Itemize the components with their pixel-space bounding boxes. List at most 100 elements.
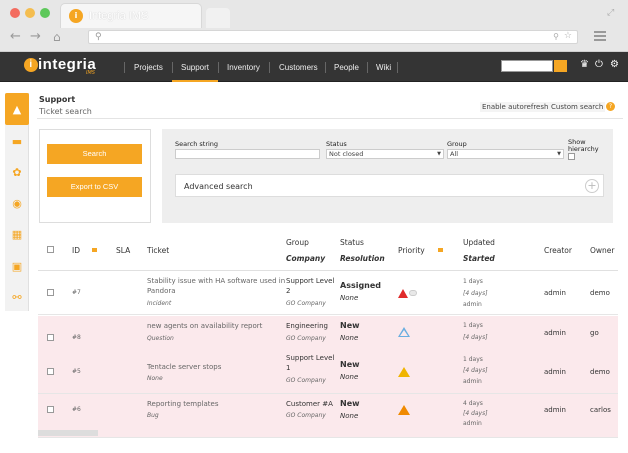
side-item-support[interactable]: ▲ [5,93,29,125]
maximize-window-icon[interactable] [40,8,50,18]
col-id[interactable]: ID [72,246,80,255]
sort-icon[interactable] [438,248,443,252]
ticket-creator: admin [544,406,566,414]
minimize-window-icon[interactable] [25,8,35,18]
col-group[interactable]: Group [286,238,309,247]
col-owner[interactable]: Owner [590,246,615,255]
ticket-title-cont[interactable]: Pandora [147,286,176,296]
people-icon[interactable]: ♛ [580,59,589,70]
col-status[interactable]: Status [340,238,364,247]
side-item-calendar[interactable]: ▦ [5,218,29,250]
ticket-id[interactable]: #6 [72,405,81,415]
sort-icon[interactable] [92,248,97,252]
group-select[interactable]: All ▼ [447,149,564,159]
global-search-input[interactable] [501,60,553,72]
col-started[interactable]: Started [463,254,495,263]
browser-chrome: i Integria IMS ← → ⌂ ⚲ ⚲ ☆ ⤢ [0,0,628,52]
ticket-type: Question [147,335,174,342]
fullscreen-icon[interactable]: ⤢ [607,8,614,18]
caret-down-icon: ▼ [437,151,441,157]
custom-search-button[interactable]: Custom search [549,102,606,112]
export-csv-button[interactable]: Export to CSV [47,177,142,197]
nav-support[interactable]: Support [181,63,209,72]
nav-inventory[interactable]: Inventory [227,63,260,72]
new-tab-button[interactable] [206,8,230,28]
show-hierarchy-checkbox[interactable] [568,153,575,160]
table-row[interactable]: #5 Tentacle server stops None Support Le… [38,350,618,394]
ticket-updated: 1 days [463,356,483,363]
ticket-title[interactable]: new agents on availability report [147,321,262,331]
tab-favicon-icon: i [69,9,83,23]
plus-icon[interactable]: + [585,179,599,193]
ticket-group: Support Level [286,354,335,362]
col-creator[interactable]: Creator [544,246,572,255]
priority-high-icon [398,289,408,298]
nav-projects[interactable]: Projects [134,63,163,72]
side-item-sla[interactable]: ✿ [5,156,29,188]
row-checkbox[interactable] [47,368,54,375]
search-icon: ⚲ [553,32,559,41]
col-ticket[interactable]: Ticket [147,246,169,255]
side-item-links[interactable]: ⚯ [5,281,29,313]
ribbon-icon: ✿ [12,165,22,179]
ticket-status: New [340,321,360,330]
col-priority[interactable]: Priority [398,246,425,255]
nav-customers[interactable]: Customers [279,63,318,72]
logo-mark-icon: i [24,58,38,72]
browser-tab[interactable]: i Integria IMS [60,3,202,28]
ticket-creator: admin [544,368,566,376]
ticket-id[interactable]: #5 [72,367,81,377]
priority-low-icon-inner [400,330,408,336]
ticket-id[interactable]: #7 [72,288,81,298]
search-button[interactable]: Search [47,144,142,164]
close-window-icon[interactable] [10,8,20,18]
ticket-icon: ▬ [11,134,23,148]
home-icon[interactable]: ⌂ [53,30,61,44]
breadcrumb[interactable]: Support [39,95,75,104]
table-row[interactable]: #7 Stability issue with HA software used… [38,271,618,315]
browser-menu-icon[interactable] [594,31,606,43]
group-label: Group [447,140,467,148]
power-icon[interactable]: ⏻ [595,59,603,70]
col-company[interactable]: Company [286,254,325,263]
row-checkbox[interactable] [47,406,54,413]
row-checkbox[interactable] [47,334,54,341]
ticket-id[interactable]: #8 [72,333,81,343]
ticket-updated: 4 days [463,400,483,407]
link-icon: ⚯ [12,290,22,304]
star-icon[interactable]: ☆ [564,31,572,41]
search-string-input[interactable] [175,149,320,159]
nav-divider [397,62,398,73]
ticket-owner: demo [590,368,610,376]
ticket-title[interactable]: Tentacle server stops [147,362,221,372]
table-row[interactable]: #6 Reporting templates Bug Customer #A G… [38,394,618,438]
back-arrow-icon[interactable]: ← [10,30,21,44]
ticket-group: Engineering [286,322,328,330]
side-item-contacts[interactable]: ▣ [5,250,29,282]
comment-icon[interactable] [409,290,417,296]
forward-arrow-icon[interactable]: → [30,30,41,44]
advanced-search-panel[interactable]: Advanced search + [175,174,604,197]
col-sla[interactable]: SLA [116,246,130,255]
ticket-owner: demo [590,289,610,297]
address-bar[interactable]: ⚲ ⚲ ☆ [88,30,578,44]
col-resolution[interactable]: Resolution [340,254,385,263]
side-item-tickets[interactable]: ▬ [5,125,29,157]
ticket-started: [4 days] [463,334,488,341]
status-select[interactable]: Not closed ▼ [326,149,444,159]
ticket-title[interactable]: Reporting templates [147,399,219,409]
gear-icon[interactable]: ⚙ [610,59,619,70]
ticket-title[interactable]: Stability issue with HA software used in [147,276,285,286]
ticket-started: [4 days] [463,367,488,374]
global-search-button[interactable] [554,60,567,72]
ticket-status: New [340,399,360,408]
col-updated[interactable]: Updated [463,238,495,247]
nav-wiki[interactable]: Wiki [376,63,391,72]
ticket-company: GO Company [286,300,326,307]
row-checkbox[interactable] [47,289,54,296]
enable-autorefresh-button[interactable]: Enable autorefresh [480,102,551,112]
select-all-checkbox[interactable] [47,246,54,253]
nav-people[interactable]: People [334,63,359,72]
side-item-workunits[interactable]: ◉ [5,187,29,219]
help-icon[interactable]: ? [606,102,615,111]
